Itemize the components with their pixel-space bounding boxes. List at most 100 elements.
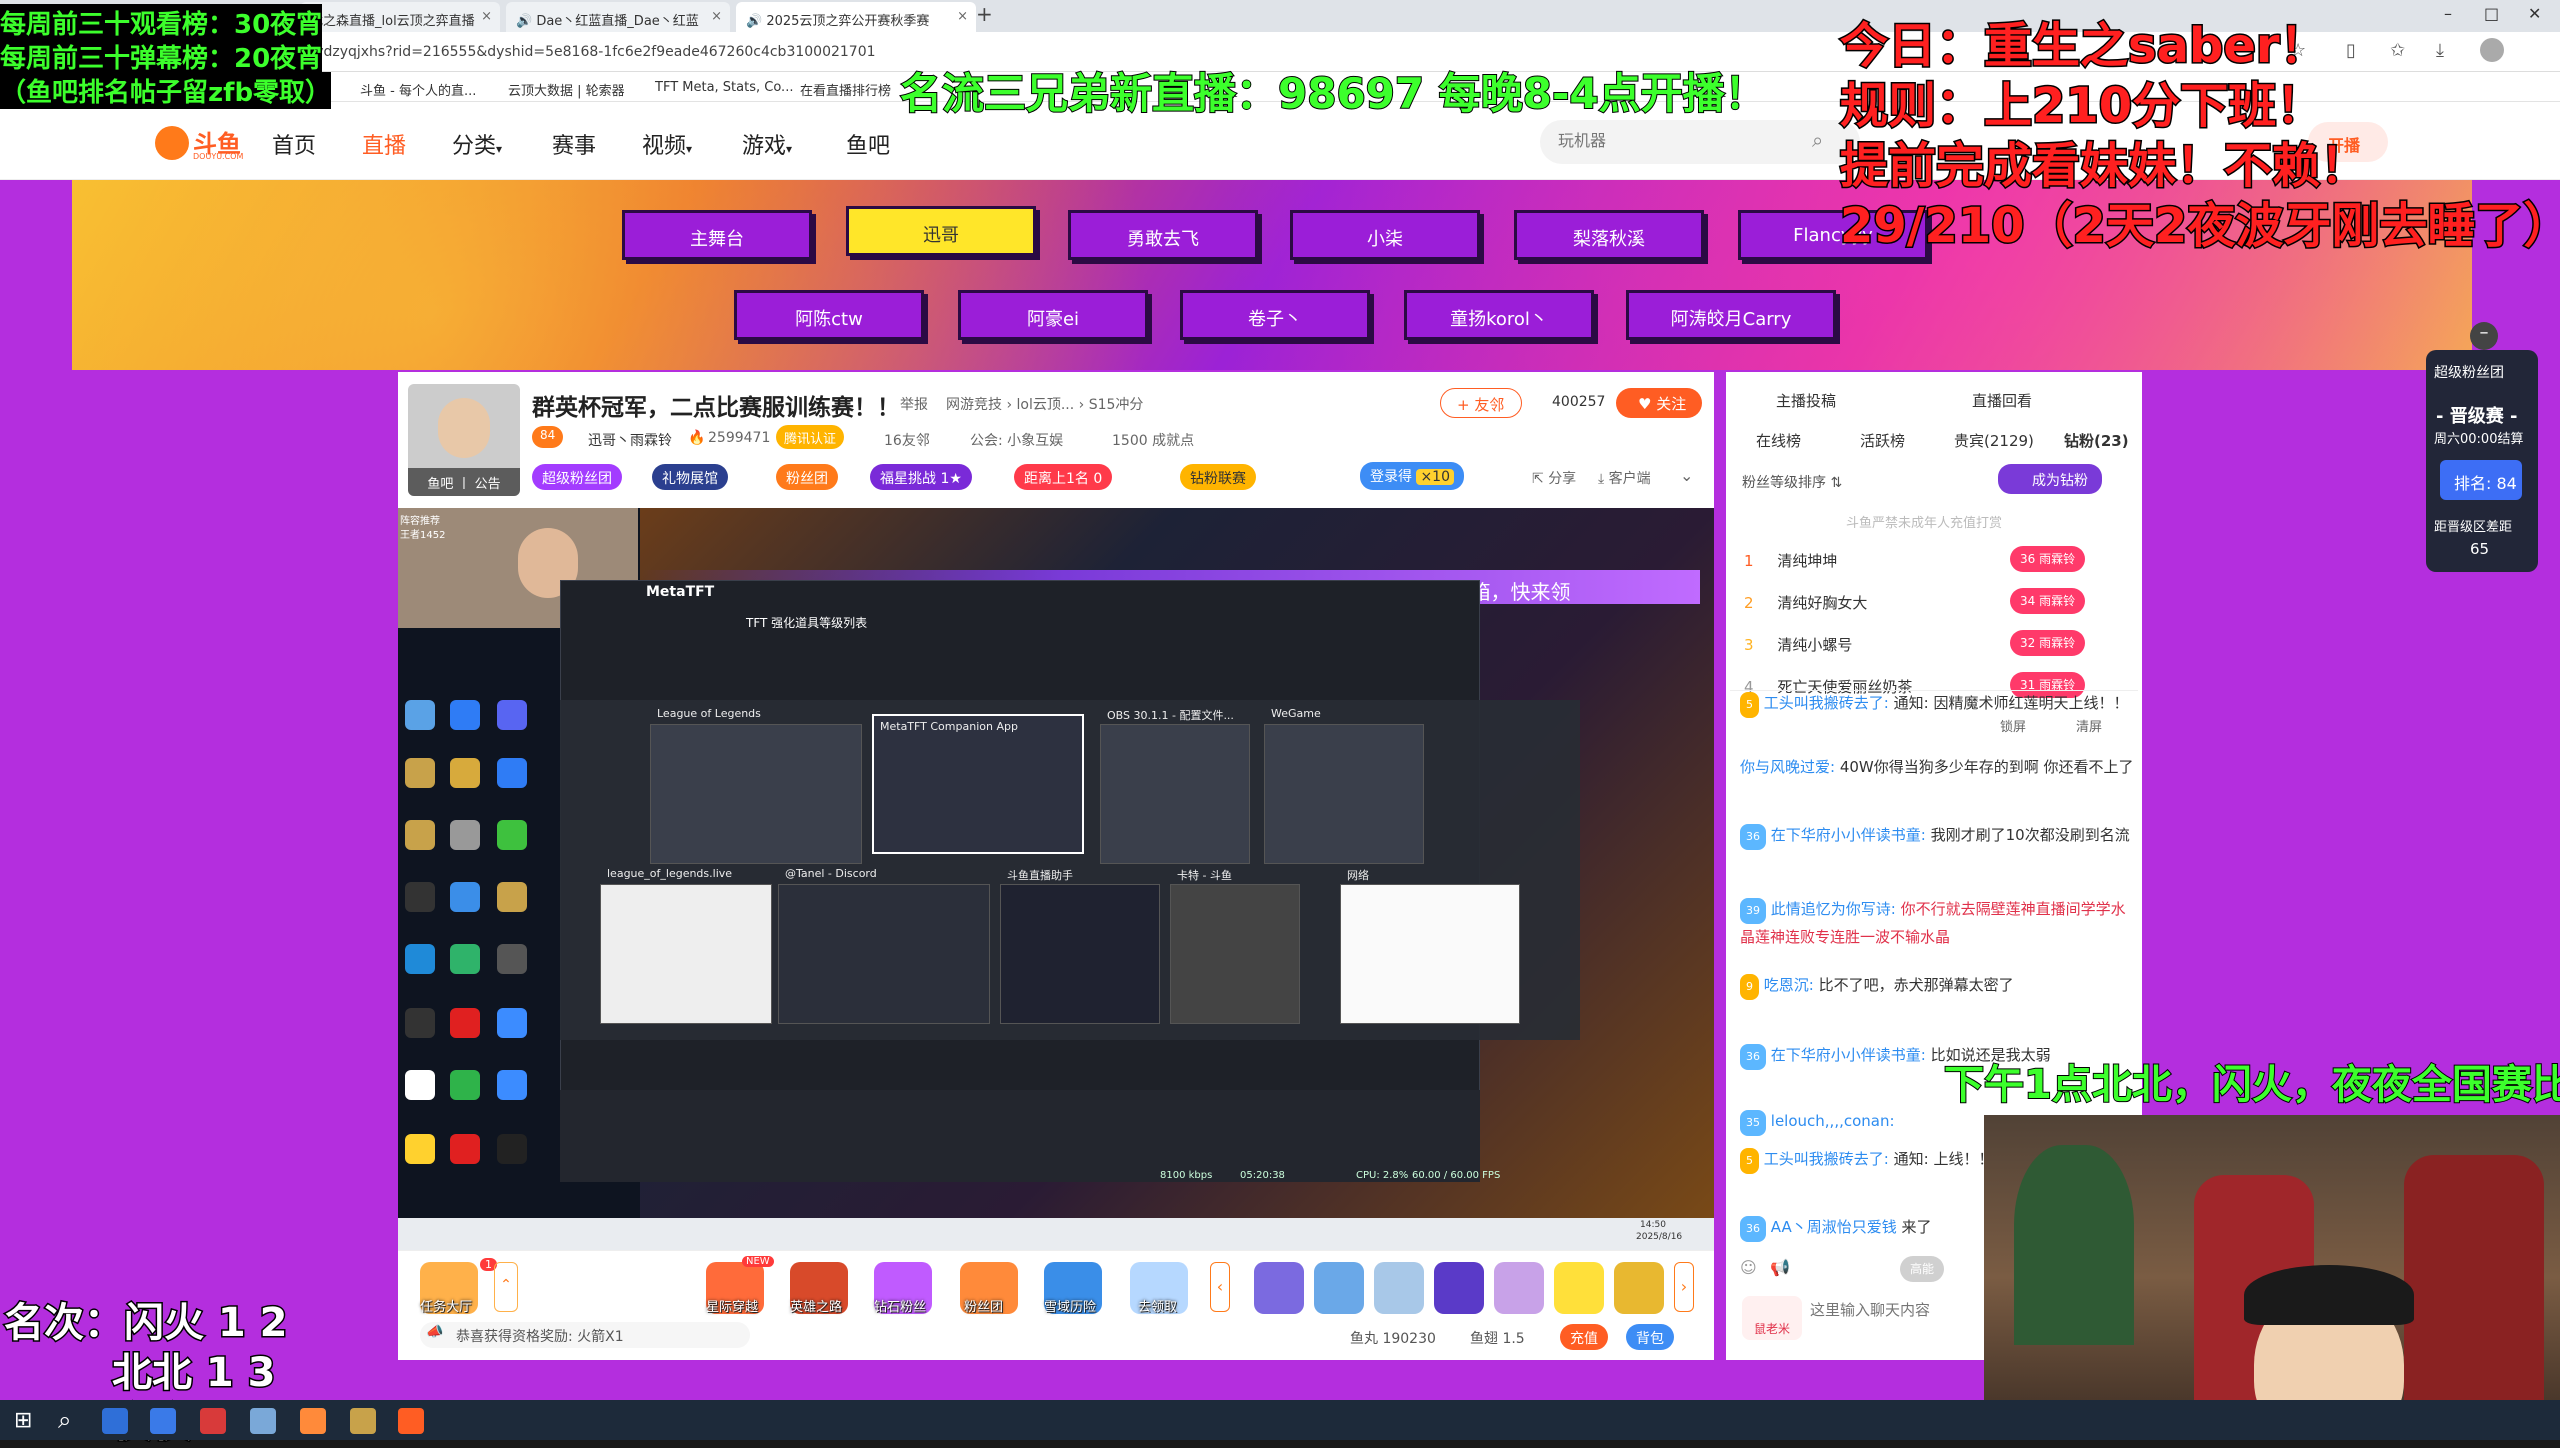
window-thumb[interactable]: 网络 (1340, 869, 1520, 1024)
chevron-up-icon[interactable]: ⌃ (494, 1262, 518, 1312)
share-button[interactable]: ⇱ 分享 (1532, 468, 1576, 488)
chat-user[interactable]: 此情追忆为你写诗: (1771, 900, 1896, 918)
rank-tab-diamond[interactable]: 钻粉(23) (2064, 430, 2129, 451)
lock-screen-button[interactable]: 锁屏 (2000, 716, 2026, 735)
gift-item[interactable] (1554, 1262, 1604, 1314)
chat-user[interactable]: AA丶周淑怡只爱钱 (1771, 1218, 1897, 1236)
rank-tab-active[interactable]: 活跃榜 (1860, 430, 1905, 451)
douyu-logo[interactable]: 斗鱼 DOUYU.COM (155, 124, 251, 164)
url-text[interactable]: pic/ydzyqjxhs?rid=216555&dyshid=5e8168-1… (290, 44, 876, 60)
window-thumb[interactable]: 卡特 - 斗鱼 (1170, 869, 1300, 1024)
report-link[interactable]: 举报 (900, 394, 928, 414)
window-thumb[interactable]: WeGame (1264, 707, 1424, 864)
browser-tab-active[interactable]: 🔊 2025云顶之弈公开赛秋季赛 × (736, 2, 976, 32)
chat-user[interactable]: 工头叫我搬砖去了: (1764, 694, 1889, 712)
window-thumb-selected[interactable]: MetaTFT Companion App (872, 714, 1084, 854)
windows-start-icon[interactable]: ⊞ (14, 1408, 32, 1433)
chevron-right-icon[interactable]: › (1674, 1262, 1694, 1312)
profile-avatar[interactable] (2480, 38, 2504, 62)
taskbar-app-icon[interactable] (300, 1408, 326, 1434)
rank-sort[interactable]: 粉丝等级排序 ⇅ (1742, 472, 1842, 492)
high-energy-button[interactable]: 高能 (1900, 1256, 1945, 1282)
breadcrumb[interactable]: 网游竞技 › lol云顶... › S15冲分 (946, 394, 1143, 414)
anchor-tab[interactable]: 阿陈ctw (734, 290, 924, 340)
window-thumb[interactable]: 斗鱼直播助手 (1000, 869, 1160, 1024)
rank-gap-badge[interactable]: 距离上1名 0 (1014, 464, 1113, 490)
close-window-icon[interactable]: ✕ (2528, 4, 2541, 23)
rank-tab-vip[interactable]: 贵宾(2129) (1954, 430, 2034, 451)
gift-item[interactable] (1314, 1262, 1364, 1314)
become-diamond-button[interactable]: 成为钻粉 (1998, 464, 2102, 494)
bookmark-item[interactable]: 在看直播排行榜 (800, 80, 891, 99)
chat-user[interactable]: 工头叫我搬砖去了: (1764, 1150, 1889, 1168)
chat-user[interactable]: 在下华府小小伴读书童: (1771, 1046, 1926, 1064)
anchor-tab[interactable]: 阿涛皎月Carry (1626, 290, 1836, 340)
chevron-left-icon[interactable]: ‹ (1210, 1262, 1230, 1312)
close-icon[interactable]: × (957, 9, 968, 24)
gift-hall-badge[interactable]: 礼物展馆 (652, 464, 728, 490)
new-tab-button[interactable]: + (976, 2, 993, 26)
bookmark-item[interactable]: 斗鱼 - 每个人的直... (360, 80, 476, 99)
chat-user[interactable]: 吃恩沉: (1764, 976, 1814, 994)
achievement-points[interactable]: 1500 成就点 (1112, 430, 1194, 450)
anchor-tab[interactable]: 梨落秋溪 (1514, 210, 1704, 260)
anchor-tab[interactable]: 勇敢去飞 (1068, 210, 1258, 260)
gift-item[interactable] (1434, 1262, 1484, 1314)
search-icon[interactable]: ⌕ (1812, 128, 1823, 152)
browser-tab[interactable]: 武之森直播_lol云顶之弈直播 × (300, 2, 500, 32)
taskbar-app-icon[interactable] (398, 1408, 424, 1434)
recharge-button[interactable]: 充值 (1560, 1324, 1608, 1350)
rank-row[interactable]: 1 清纯坤坤 (1744, 550, 1837, 571)
anchor-name[interactable]: 迅哥丶雨霖铃 (588, 430, 672, 450)
guild-info[interactable]: 公会: 小象互娱 (970, 430, 1063, 450)
anchor-tab[interactable]: 卷子丶 (1180, 290, 1370, 340)
window-thumb[interactable]: OBS 30.1.1 - 配置文件... (1100, 709, 1250, 864)
taskbar-app-icon[interactable] (102, 1408, 128, 1434)
anchor-avatar[interactable]: 鱼吧 丨 公告 (408, 384, 520, 496)
tab-replay[interactable]: 直播回看 (1972, 390, 2032, 411)
login-reward-button[interactable]: 登录得 ×10 (1360, 462, 1464, 490)
rank-tab-online[interactable]: 在线榜 (1756, 430, 1801, 451)
maximize-icon[interactable]: □ (2484, 4, 2499, 23)
tab-anchor-posts[interactable]: 主播投稿 (1776, 390, 1836, 411)
clear-screen-button[interactable]: 清屏 (2076, 716, 2102, 735)
taskbar-app-icon[interactable] (350, 1408, 376, 1434)
window-thumb[interactable]: @Tanel - Discord (778, 867, 990, 1024)
rank-row[interactable]: 3 清纯小螺号 (1744, 634, 1852, 655)
megaphone-icon[interactable]: 📢 (1770, 1258, 1790, 1277)
download-icon[interactable]: ⤓ (2436, 40, 2444, 61)
browser-tab[interactable]: 🔊 Dae丶红蓝直播_Dae丶红蓝 × (506, 2, 730, 32)
fan-club-badge[interactable]: 粉丝团 (776, 464, 838, 490)
nav-live[interactable]: 直播 (362, 128, 406, 160)
gift-item[interactable] (1374, 1262, 1424, 1314)
neighbors-count[interactable]: 16友邻 (884, 430, 930, 450)
favorites-icon[interactable]: ✩ (2390, 40, 2405, 61)
bookmark-item[interactable]: TFT Meta, Stats, Co... (655, 80, 793, 95)
nav-fishbar[interactable]: 鱼吧 (846, 128, 890, 160)
close-icon[interactable]: × (481, 9, 492, 24)
lucky-challenge-badge[interactable]: 福星挑战 1★ (870, 464, 972, 490)
super-fan-badge[interactable]: 超级粉丝团 (532, 464, 622, 490)
minimize-icon[interactable]: – (2444, 4, 2452, 23)
search-icon[interactable]: ⌕ (58, 1406, 71, 1434)
taskbar-app-icon[interactable] (200, 1408, 226, 1434)
bookmark-item[interactable]: 云顶大数据 | 轮索器 (508, 80, 625, 99)
friend-button[interactable]: + 友邻 (1440, 388, 1522, 418)
anchor-tab[interactable]: 主舞台 (622, 210, 812, 260)
window-thumb[interactable]: League of Legends (650, 707, 862, 864)
nav-home[interactable]: 首页 (272, 128, 316, 160)
client-button[interactable]: ⤓ 客户端 (1598, 468, 1651, 488)
taskbar-app-icon[interactable] (150, 1408, 176, 1434)
gift-item[interactable] (1494, 1262, 1544, 1314)
close-icon[interactable]: × (711, 9, 722, 24)
nav-category[interactable]: 分类▾ (452, 128, 502, 160)
anchor-tab[interactable]: 阿豪ei (958, 290, 1148, 340)
anchor-tab-selected[interactable]: 迅哥 (846, 206, 1036, 256)
more-icon[interactable]: ⌄ (1680, 466, 1693, 485)
user-badge[interactable]: 鼠老米 (1742, 1296, 1802, 1340)
split-icon[interactable]: ▯ (2346, 40, 2356, 61)
taskbar-app-icon[interactable] (250, 1408, 276, 1434)
anchor-tab[interactable]: 小柒 (1290, 210, 1480, 260)
collapse-icon[interactable]: – (2470, 322, 2498, 350)
nav-games[interactable]: 游戏▾ (742, 128, 792, 160)
